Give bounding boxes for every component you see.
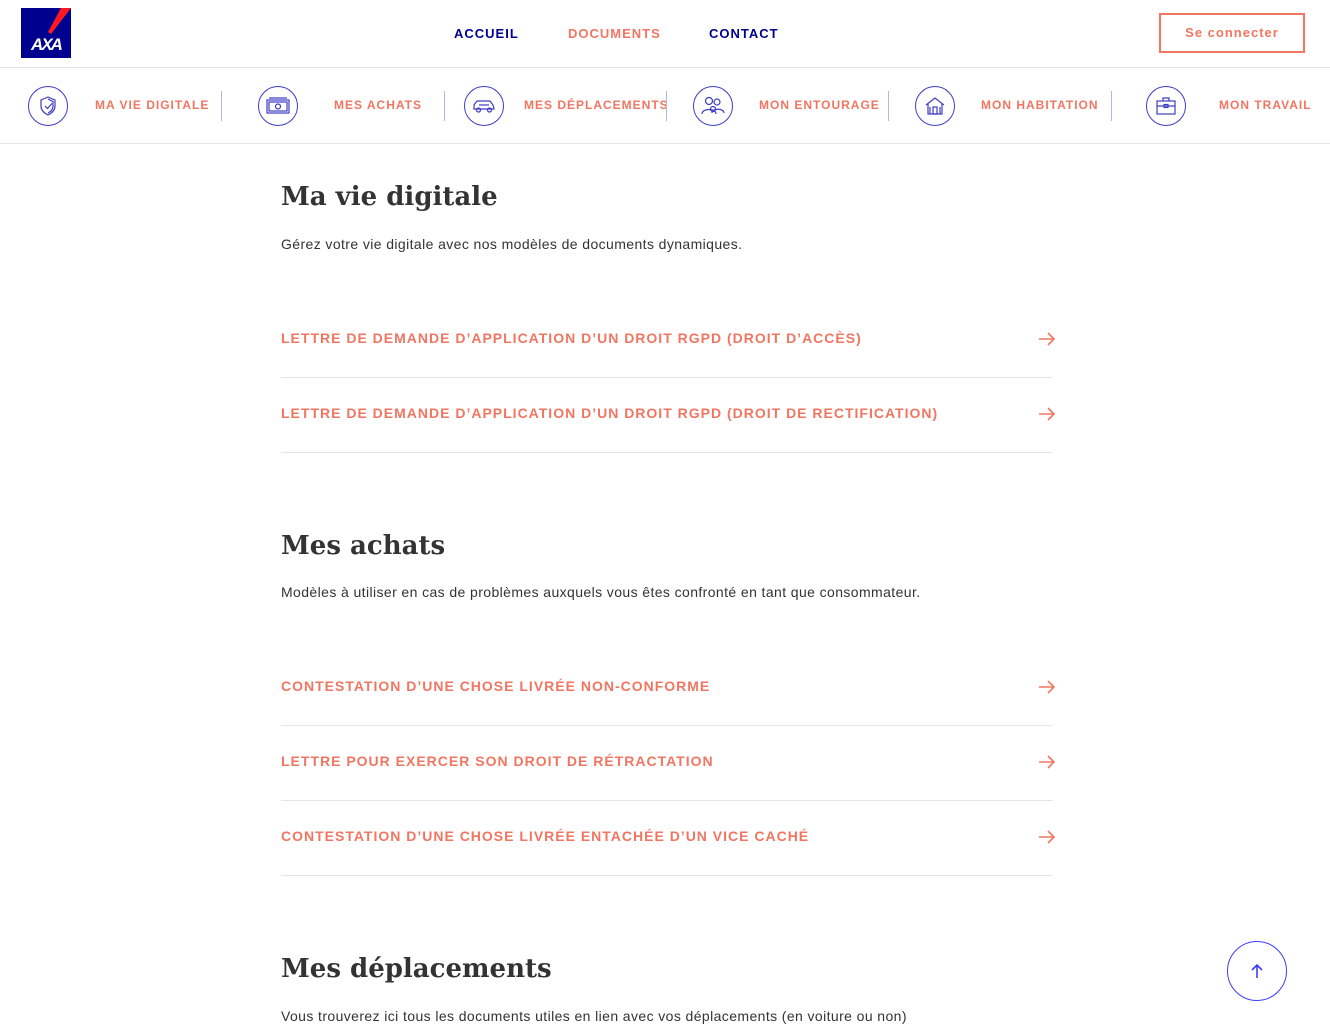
car-icon — [464, 86, 504, 126]
category-mes-achats[interactable]: Mes achats — [222, 69, 444, 143]
document-link[interactable]: Lettre de demande d’application d’un dro… — [281, 303, 1056, 378]
category-label: Mes achats — [334, 98, 422, 112]
document-link[interactable]: Contestation d’une chose livrée non-conf… — [281, 651, 1056, 726]
document-link-label: Contestation d’une chose livrée non-conf… — [281, 678, 711, 694]
category-label: Mon habitation — [981, 98, 1099, 112]
document-link-label: Lettre de demande d’application d’un dro… — [281, 405, 939, 421]
site-header: AXA Accueil Documents Contact Se connect… — [0, 0, 1330, 68]
category-ma-vie-digitale[interactable]: Ma vie digitale — [0, 69, 222, 143]
section-title: Mes déplacements — [281, 954, 552, 984]
nav-contact[interactable]: Contact — [709, 26, 779, 41]
category-mon-travail[interactable]: Mon travail — [1112, 69, 1330, 143]
house-icon — [915, 86, 955, 126]
document-link-label: Lettre de demande d’application d’un dro… — [281, 330, 862, 346]
category-mes-deplacements[interactable]: Mes déplacements — [445, 69, 669, 143]
document-link-label: Contestation d’une chose livrée entachée… — [281, 828, 810, 844]
arrow-right-icon — [1039, 332, 1056, 346]
main-nav: Accueil Documents Contact — [0, 26, 1330, 46]
category-label: Mon travail — [1219, 98, 1312, 112]
nav-documents[interactable]: Documents — [568, 26, 661, 41]
shield-icon — [28, 86, 68, 126]
document-link-label: Lettre pour exercer son droit de rétract… — [281, 753, 714, 769]
arrow-up-icon — [1251, 963, 1263, 978]
category-mon-habitation[interactable]: Mon habitation — [889, 69, 1111, 143]
section-description: Modèles à utiliser en cas de problèmes a… — [281, 584, 921, 600]
briefcase-icon — [1146, 86, 1186, 126]
section-description: Gérez votre vie digitale avec nos modèle… — [281, 236, 743, 252]
section-description: Vous trouverez ici tous les documents ut… — [281, 1008, 907, 1024]
arrow-right-icon — [1039, 830, 1056, 844]
category-label: Mon entourage — [759, 98, 880, 112]
category-bar: Ma vie digitale Mes achats Mes déplaceme… — [0, 69, 1330, 144]
login-button[interactable]: Se connecter — [1159, 13, 1305, 53]
scroll-top-button[interactable] — [1227, 941, 1287, 1001]
arrow-right-icon — [1039, 680, 1056, 694]
document-link[interactable]: Contestation d’une chose livrée entachée… — [281, 801, 1056, 876]
people-icon — [693, 86, 733, 126]
money-icon — [258, 86, 298, 126]
section-title: Ma vie digitale — [281, 182, 498, 212]
section-title: Mes achats — [281, 531, 446, 561]
arrow-right-icon — [1039, 755, 1056, 769]
document-link[interactable]: Lettre de demande d’application d’un dro… — [281, 378, 1056, 453]
arrow-right-icon — [1039, 407, 1056, 421]
category-mon-entourage[interactable]: Mon entourage — [667, 69, 889, 143]
nav-home[interactable]: Accueil — [454, 26, 519, 41]
category-label: Mes déplacements — [524, 98, 669, 112]
document-link[interactable]: Lettre pour exercer son droit de rétract… — [281, 726, 1056, 801]
category-label: Ma vie digitale — [95, 98, 210, 112]
